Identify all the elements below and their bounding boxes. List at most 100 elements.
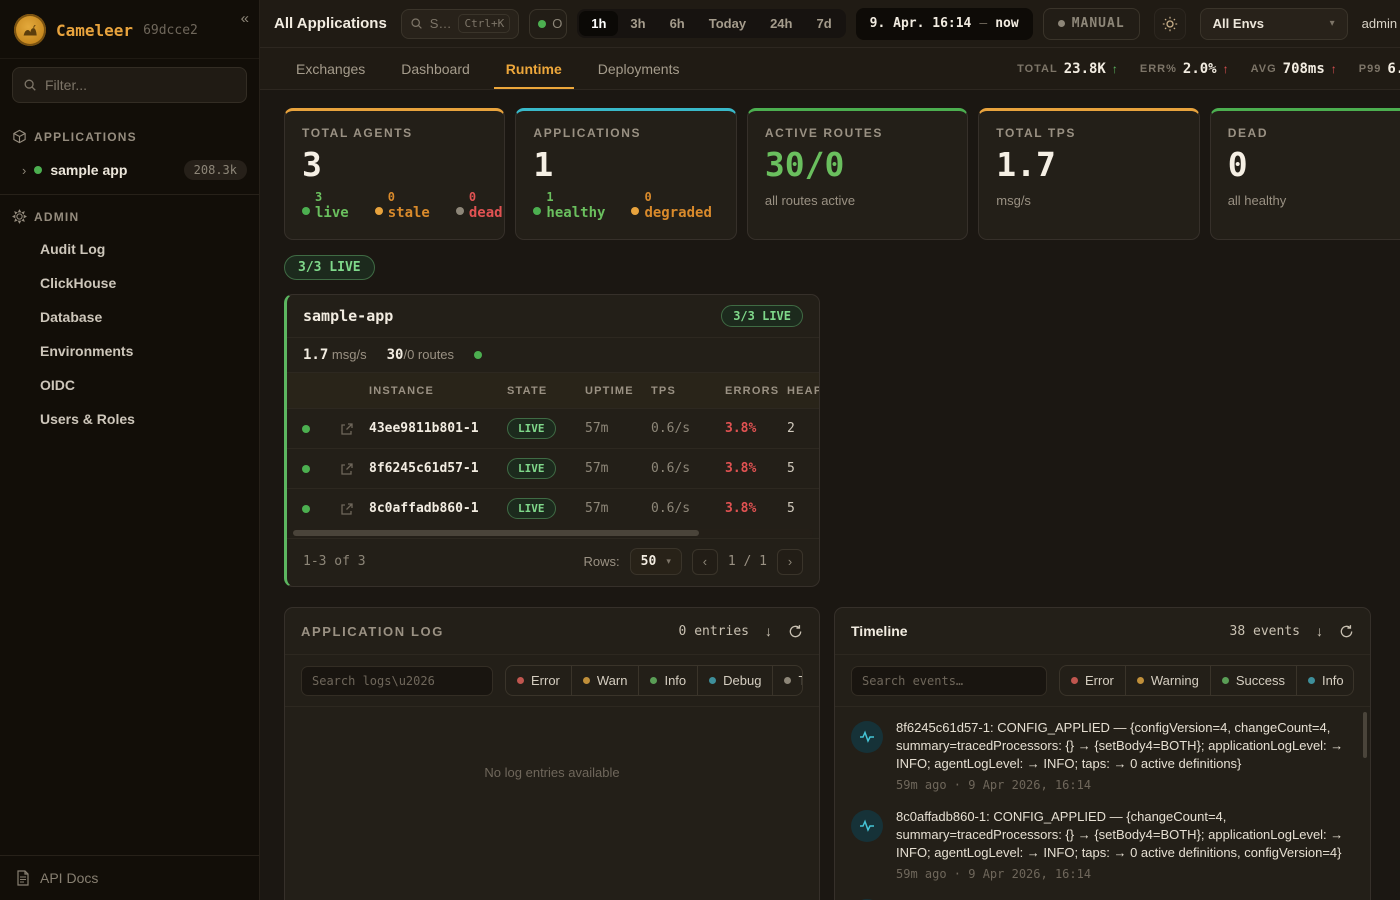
date-separator: –	[979, 16, 987, 31]
log-empty-message: No log entries available	[285, 765, 819, 780]
level-dot	[1222, 677, 1229, 684]
main-area: All Applications S… Ctrl+K O 1h 3h 6h To…	[260, 0, 1400, 900]
sidebar-item-audit-log[interactable]: Audit Log	[0, 232, 259, 266]
filter-chip-info[interactable]: Info	[1296, 666, 1354, 695]
tab-exchanges[interactable]: Exchanges	[296, 48, 365, 89]
state-badge: LIVE	[507, 458, 556, 479]
refresh-icon[interactable]	[1339, 624, 1354, 639]
timeline-event[interactable]: 43ee9811b801-1: CONFIG_APPLIED — {change…	[851, 897, 1352, 900]
instance-status-dot	[302, 505, 310, 513]
rows-per-page-value: 50	[641, 554, 657, 569]
state-badge: LIVE	[507, 498, 556, 519]
timeline-search-box[interactable]	[851, 666, 1047, 696]
sidebar-item-database[interactable]: Database	[0, 300, 259, 334]
timeline-scrollbar-thumb[interactable]	[1363, 712, 1367, 758]
level-dot	[583, 677, 590, 684]
filter-chip-trace[interactable]: Trace	[772, 666, 803, 695]
log-search-input[interactable]	[312, 674, 482, 688]
kpi-label: TOTAL	[1017, 63, 1058, 75]
manual-dot-icon	[1058, 20, 1065, 27]
col-instance[interactable]: INSTANCE	[369, 385, 507, 397]
applications-header-label: APPLICATIONS	[34, 130, 137, 144]
timeline-search-input[interactable]	[862, 674, 1036, 688]
col-errors[interactable]: ERRORS	[725, 385, 787, 397]
sidebar-item-users-roles[interactable]: Users & Roles	[0, 402, 259, 436]
log-search-box[interactable]	[301, 666, 493, 696]
col-heap[interactable]: HEAP	[787, 385, 820, 397]
timeline-event[interactable]: 8f6245c61d57-1: CONFIG_APPLIED — {config…	[851, 719, 1352, 792]
external-link-icon[interactable]	[340, 462, 354, 476]
external-link-icon[interactable]	[340, 422, 354, 436]
card-total-agents: TOTAL AGENTS 3 3live 0stale	[284, 108, 505, 240]
environment-selected-value: All Envs	[1213, 16, 1264, 31]
manual-refresh-button[interactable]: MANUAL	[1043, 8, 1140, 40]
range-button-7d[interactable]: 7d	[804, 11, 843, 36]
sidebar-item-oidc[interactable]: OIDC	[0, 368, 259, 402]
filter-chip-error[interactable]: Error	[506, 666, 571, 695]
scrollbar-thumb[interactable]	[293, 530, 699, 536]
event-timestamp: 59m ago · 9 Apr 2026, 16:14	[896, 867, 1352, 881]
app-routes-value: 30	[387, 347, 404, 363]
download-icon[interactable]: ↓	[1316, 623, 1323, 639]
document-icon	[16, 870, 30, 886]
sidebar-item-environments[interactable]: Environments	[0, 334, 259, 368]
kpi-label: P99	[1359, 63, 1382, 75]
rows-per-page-select[interactable]: 50 ▾	[630, 548, 682, 575]
ministat-label: dead	[469, 205, 503, 221]
heap-value: 2	[787, 421, 820, 436]
filter-chip-warning[interactable]: Warning	[1125, 666, 1210, 695]
download-icon[interactable]: ↓	[765, 623, 772, 639]
range-button-24h[interactable]: 24h	[758, 11, 804, 36]
global-search-button[interactable]: S… Ctrl+K	[401, 9, 519, 39]
table-row[interactable]: 8f6245c61d57-1 LIVE 57m 0.6/s 3.8% 5	[287, 448, 820, 488]
table-row[interactable]: 43ee9811b801-1 LIVE 57m 0.6/s 3.8% 2	[287, 408, 820, 448]
refresh-icon[interactable]	[788, 624, 803, 639]
online-status-button[interactable]: O	[529, 9, 567, 39]
tab-runtime[interactable]: Runtime	[506, 48, 562, 89]
uptime-value: 57m	[585, 461, 651, 476]
admin-section-header: ADMIN	[0, 197, 259, 232]
filter-chip-debug[interactable]: Debug	[697, 666, 772, 695]
app-live-badge: 3/3 LIVE	[721, 305, 803, 327]
bottom-panels: APPLICATION LOG 0 entries ↓	[284, 607, 1400, 900]
tab-deployments[interactable]: Deployments	[598, 48, 680, 89]
theme-toggle-button[interactable]	[1154, 8, 1186, 40]
table-row[interactable]: 8c0affadb860-1 LIVE 57m 0.6/s 3.8% 5	[287, 488, 820, 528]
range-button-today[interactable]: Today	[697, 11, 758, 36]
search-icon	[410, 17, 423, 30]
filter-input[interactable]	[45, 77, 236, 93]
instance-status-dot	[302, 425, 310, 433]
page-prev-button[interactable]: ‹	[692, 549, 718, 575]
app-root: Cameleer 69dcce2 « APPLICATIONS › sample…	[0, 0, 1400, 900]
filter-chip-success[interactable]: Success	[1210, 666, 1296, 695]
page-next-button[interactable]: ›	[777, 549, 803, 575]
filter-chip-info[interactable]: Info	[638, 666, 697, 695]
instance-id: 8f6245c61d57-1	[369, 461, 507, 476]
external-link-icon[interactable]	[340, 502, 354, 516]
sidebar-collapse-button[interactable]: «	[241, 10, 249, 27]
sidebar-item-sample-app[interactable]: › sample app 208.3k	[0, 152, 259, 192]
col-uptime[interactable]: UPTIME	[585, 385, 651, 397]
range-button-1h[interactable]: 1h	[579, 11, 618, 36]
chevron-right-icon[interactable]: ›	[22, 163, 26, 178]
range-button-3h[interactable]: 3h	[618, 11, 657, 36]
filter-chip-error[interactable]: Error	[1060, 666, 1125, 695]
level-dot	[517, 677, 524, 684]
col-state[interactable]: STATE	[507, 385, 585, 397]
col-tps[interactable]: TPS	[651, 385, 725, 397]
environment-select[interactable]: All Envs ▾	[1200, 8, 1348, 40]
sample-app-card: sample-app 3/3 LIVE 1.7 msg/s 30/0 route…	[284, 294, 820, 587]
tps-value: 0.6/s	[651, 501, 725, 516]
date-range-display[interactable]: 9. Apr. 16:14 – now	[856, 8, 1033, 40]
range-button-6h[interactable]: 6h	[658, 11, 697, 36]
manual-label: MANUAL	[1072, 16, 1125, 31]
timeline-event[interactable]: 8c0affadb860-1: CONFIG_APPLIED — {change…	[851, 808, 1352, 881]
horizontal-scrollbar[interactable]	[293, 529, 813, 537]
filter-chip-warn[interactable]: Warn	[571, 666, 639, 695]
online-status-label: O	[552, 16, 562, 31]
api-docs-link[interactable]: API Docs	[0, 855, 259, 900]
sidebar-item-clickhouse[interactable]: ClickHouse	[0, 266, 259, 300]
tab-dashboard[interactable]: Dashboard	[401, 48, 470, 89]
api-docs-label: API Docs	[40, 870, 98, 886]
filter-box[interactable]	[12, 67, 247, 103]
